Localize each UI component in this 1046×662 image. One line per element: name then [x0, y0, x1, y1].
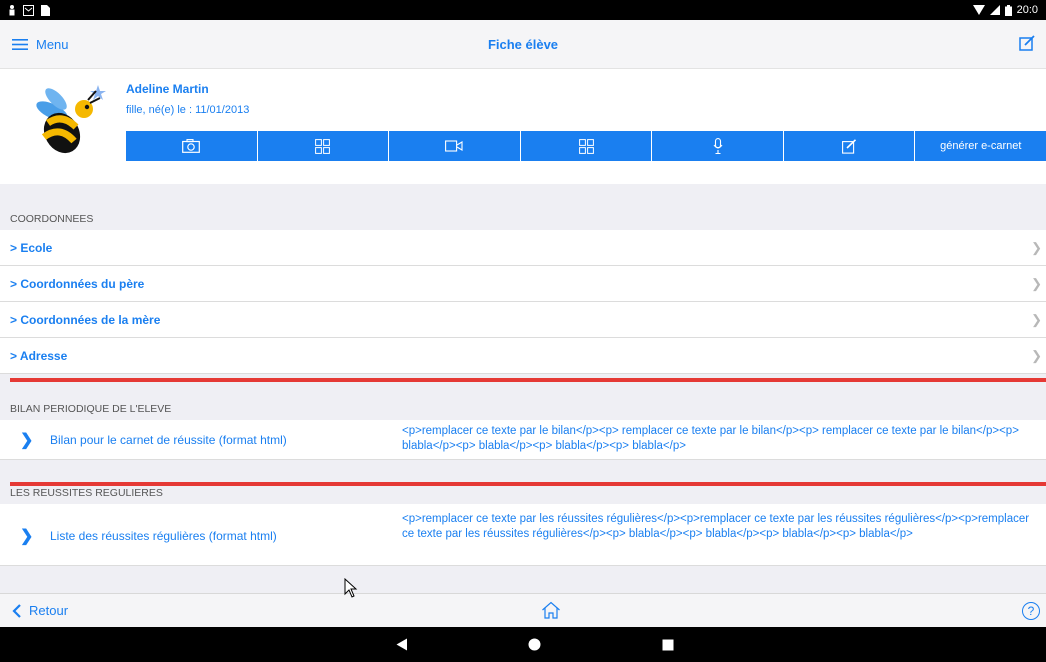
- photo-button[interactable]: [126, 131, 258, 161]
- menu-button[interactable]: Menu: [12, 37, 69, 52]
- mouse-pointer-icon: [344, 578, 358, 598]
- triangle-back-icon: [396, 638, 407, 651]
- status-bar: 20:0: [0, 0, 1046, 20]
- photo-gallery-button[interactable]: [258, 131, 390, 161]
- row-reussites[interactable]: ❯ Liste des réussites régulières (format…: [0, 504, 1046, 566]
- battery-icon: [1004, 4, 1012, 16]
- person-notification-icon: [9, 4, 15, 15]
- bee-icon: [36, 85, 106, 154]
- video-button[interactable]: [389, 131, 521, 161]
- document-notification-icon: [41, 4, 50, 16]
- home-icon: [542, 601, 560, 619]
- navigation-bar: Menu Fiche élève: [0, 20, 1046, 68]
- android-back-button[interactable]: [382, 627, 422, 662]
- chevron-left-icon: [12, 603, 21, 618]
- chevron-right-icon: ❯: [20, 432, 34, 449]
- menu-label: Menu: [36, 36, 69, 52]
- email-notification-icon: [23, 4, 34, 16]
- note-button[interactable]: [784, 131, 916, 161]
- chevron-right-icon: ❯: [1031, 311, 1042, 327]
- student-birth-info: fille, né(e) le : 11/01/2013: [126, 104, 250, 116]
- android-navigation-bar: [0, 627, 1046, 662]
- section-divider: [10, 482, 1046, 486]
- back-label: Retour: [29, 603, 69, 618]
- audio-button[interactable]: [652, 131, 784, 161]
- hamburger-icon: [12, 38, 28, 50]
- grid-icon: [578, 138, 594, 154]
- reussites-html-value: <p>remplacer ce texte par les réussites …: [402, 513, 1030, 540]
- row-adresse[interactable]: > Adresse ❯: [0, 338, 1046, 374]
- edit-button[interactable]: [1019, 35, 1036, 57]
- video-camera-icon: [445, 140, 463, 152]
- video-gallery-button[interactable]: [521, 131, 653, 161]
- page-title: Fiche élève: [487, 36, 559, 52]
- section-header-coordonnees: COORDONNEES: [0, 184, 1046, 230]
- content-footer-spacer: [0, 566, 1046, 593]
- chevron-right-icon: ❯: [1031, 275, 1042, 291]
- camera-icon: [182, 139, 201, 153]
- bilan-html-value: <p>remplacer ce texte par le bilan</p><p…: [402, 425, 1019, 452]
- android-recents-button[interactable]: [648, 627, 688, 662]
- row-label: > Ecole: [10, 240, 53, 255]
- help-button[interactable]: ?: [1022, 602, 1040, 620]
- row-label: Liste des réussites régulières (format h…: [50, 529, 277, 543]
- row-coordonnees-mere[interactable]: > Coordonnées de la mère ❯: [0, 302, 1046, 338]
- row-coordonnees-pere[interactable]: > Coordonnées du père ❯: [0, 266, 1046, 302]
- app-screen: 20:0 Menu Fiche élève Adeline Martin fil…: [0, 0, 1046, 662]
- wifi-icon: [972, 5, 985, 15]
- status-time: 20:0: [1016, 4, 1038, 16]
- chevron-right-icon: ❯: [1031, 347, 1042, 363]
- row-label: > Coordonnées de la mère: [10, 312, 161, 327]
- status-system: 20:0: [972, 4, 1038, 16]
- row-label: > Adresse: [10, 348, 68, 363]
- chevron-right-icon: ❯: [1031, 239, 1042, 255]
- section-divider: [10, 378, 1046, 382]
- bee-avatar: [32, 83, 112, 168]
- student-profile: Adeline Martin fille, né(e) le : 11/01/2…: [0, 68, 1046, 184]
- square-recents-icon: [662, 639, 674, 650]
- chevron-right-icon: ❯: [20, 528, 34, 545]
- bottom-toolbar: Retour ?: [0, 593, 1046, 627]
- action-toolbar: générer e-carnet: [126, 131, 1046, 161]
- grid-icon: [315, 138, 331, 154]
- android-home-button[interactable]: [514, 627, 554, 662]
- row-label: Bilan pour le carnet de réussite (format…: [50, 433, 287, 447]
- generate-ecarnet-button[interactable]: générer e-carnet: [915, 131, 1046, 161]
- home-button[interactable]: [541, 601, 561, 624]
- student-name: Adeline Martin: [126, 82, 209, 96]
- microphone-icon: [713, 138, 723, 154]
- circle-home-icon: [528, 638, 540, 651]
- back-button[interactable]: Retour: [12, 603, 68, 618]
- row-label: > Coordonnées du père: [10, 276, 145, 291]
- compose-icon: [1019, 35, 1035, 51]
- compose-icon: [841, 138, 856, 154]
- status-notifications: [8, 4, 50, 16]
- row-ecole[interactable]: > Ecole ❯: [0, 230, 1046, 266]
- row-bilan[interactable]: ❯ Bilan pour le carnet de réussite (form…: [0, 420, 1046, 460]
- signal-icon: [989, 5, 1000, 15]
